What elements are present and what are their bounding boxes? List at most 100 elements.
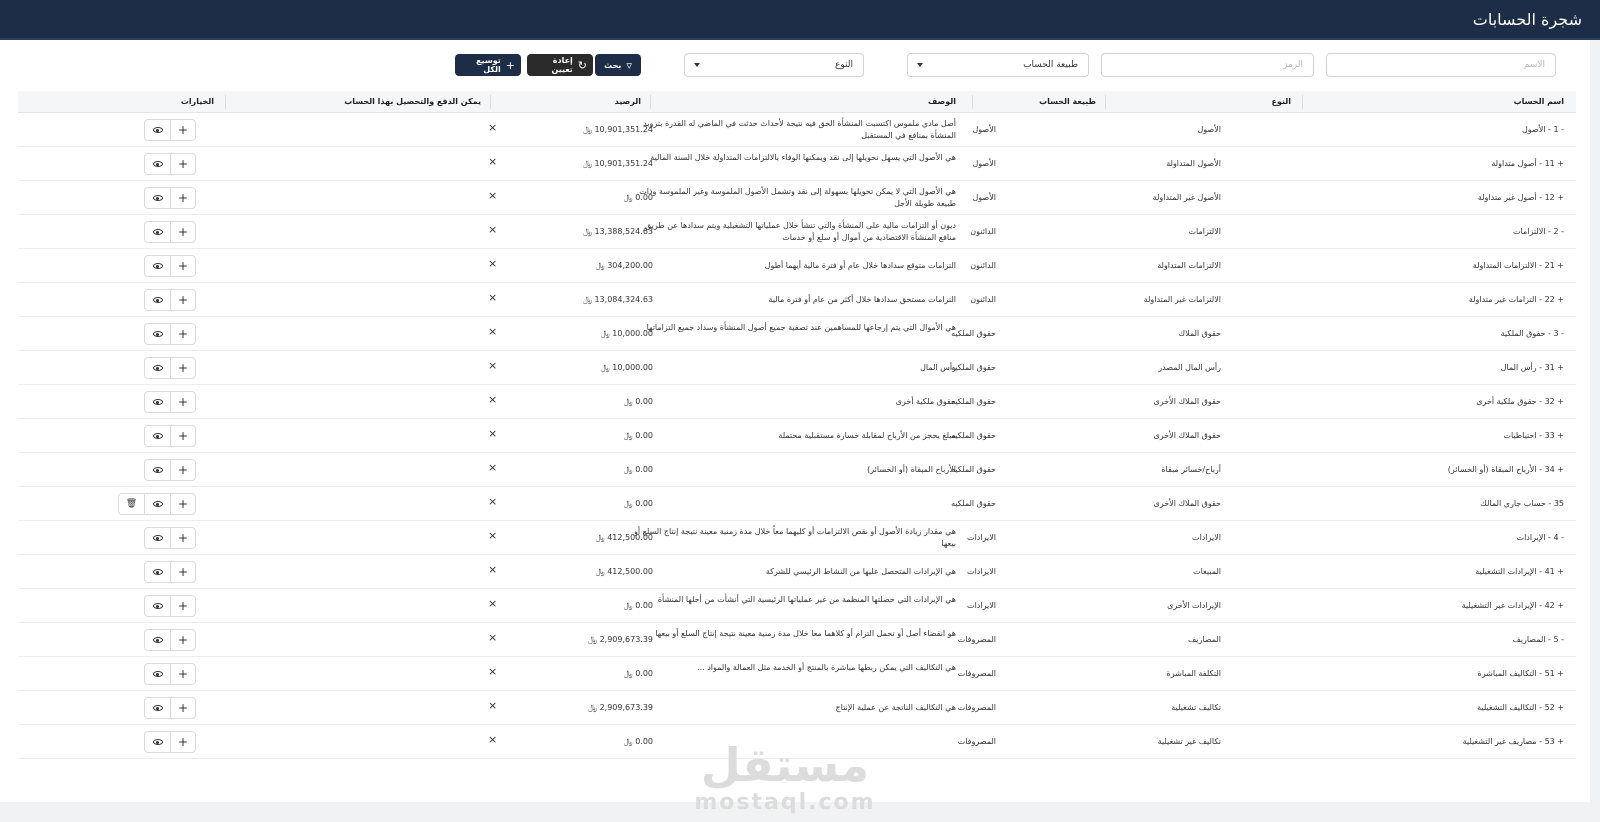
account-balance: 0.00 ﷼	[623, 601, 653, 610]
payable-status-icon: ×	[488, 291, 498, 304]
chevron-down-icon	[917, 63, 923, 67]
account-name[interactable]: - 2 - الالتزامات	[1264, 226, 1564, 238]
account-name[interactable]: - 5 - المصاريف	[1264, 634, 1564, 646]
table-row: - 2 - الالتزامات الالتزامات الدائنون ديون أ…	[18, 215, 1576, 249]
account-type: حقوق الملاك الأخرى	[1153, 431, 1221, 440]
view-button[interactable]	[144, 663, 170, 685]
view-button[interactable]	[144, 323, 170, 345]
table-row: + 11 - أصول متداولة الأصول المتداولة الأصو…	[18, 147, 1576, 181]
add-child-button[interactable]: +	[170, 255, 196, 277]
account-description: هي التكاليف التي يمكن ربطها مباشرة بالمن…	[697, 663, 956, 672]
view-button[interactable]	[144, 595, 170, 617]
account-name[interactable]: + 41 - الإيرادات التشغيلية	[1264, 566, 1564, 578]
reset-button-label: إعادة تعيين	[551, 56, 573, 74]
account-description: مبلغ يحجز من الأرباح لمقابلة خسارة مستقب…	[778, 431, 956, 440]
add-child-button[interactable]: +	[170, 629, 196, 651]
view-button[interactable]	[144, 493, 170, 515]
add-child-button[interactable]: +	[170, 527, 196, 549]
account-name[interactable]: 35 - حساب جاري المالك	[1264, 498, 1564, 510]
account-balance: 0.00 ﷼	[623, 499, 653, 508]
view-button[interactable]	[144, 153, 170, 175]
view-button[interactable]	[144, 289, 170, 311]
add-child-button[interactable]: +	[170, 357, 196, 379]
table-row: - 4 - الإيرادات الايرادات الايرادات هي مقدا…	[18, 521, 1576, 555]
account-description: حقوق ملكية أخرى	[895, 397, 956, 406]
account-type: الايرادات	[1192, 533, 1221, 542]
add-child-button[interactable]: +	[170, 119, 196, 141]
view-button[interactable]	[144, 629, 170, 651]
search-button[interactable]: ▿ بحث	[595, 54, 641, 76]
chevron-down-icon	[694, 63, 700, 67]
add-child-button[interactable]: +	[170, 323, 196, 345]
view-button[interactable]	[144, 459, 170, 481]
account-balance: 0.00 ﷼	[623, 737, 653, 746]
account-name[interactable]: + 21 - الالتزامات المتداولة	[1264, 260, 1564, 272]
account-balance: 412,500.00 ﷼	[595, 567, 653, 576]
add-child-button[interactable]: +	[170, 731, 196, 753]
account-name[interactable]: + 32 - حقوق ملكية أخرى	[1264, 396, 1564, 408]
view-button[interactable]	[144, 391, 170, 413]
view-button[interactable]	[144, 357, 170, 379]
account-balance: 0.00 ﷼	[623, 431, 653, 440]
add-child-button[interactable]: +	[170, 425, 196, 447]
name-search-input[interactable]: الاسم	[1326, 53, 1556, 77]
account-name[interactable]: + 52 - التكاليف التشغيلية	[1264, 702, 1564, 714]
payable-status-icon: ×	[488, 563, 498, 576]
reset-button[interactable]: ↻ إعادة تعيين	[527, 54, 593, 76]
account-description: التزامات مستحق سدادها خلال أكثر من عام أ…	[768, 295, 956, 304]
eye-icon	[152, 195, 163, 201]
account-nature-select[interactable]: طبيعة الحساب	[907, 53, 1089, 77]
view-button[interactable]	[144, 561, 170, 583]
eye-icon	[152, 161, 163, 167]
add-child-button[interactable]: +	[170, 459, 196, 481]
account-name[interactable]: + 12 - أصول غير متداولة	[1264, 192, 1564, 204]
view-button[interactable]	[144, 221, 170, 243]
type-select[interactable]: النوع	[684, 53, 864, 77]
header-divider	[1105, 95, 1106, 109]
page-title: شجرة الحسابات	[1472, 10, 1582, 29]
account-type: الالتزامات	[1188, 227, 1221, 236]
account-name[interactable]: - 4 - الإيرادات	[1264, 532, 1564, 544]
account-name[interactable]: + 53 - مصاريف غير التشغيلية	[1264, 736, 1564, 748]
account-name[interactable]: + 33 - احتياطيات	[1264, 430, 1564, 442]
view-button[interactable]	[144, 527, 170, 549]
payable-status-icon: ×	[488, 427, 498, 440]
add-child-button[interactable]: +	[170, 595, 196, 617]
delete-button[interactable]: 🗑	[118, 493, 144, 515]
code-search-input[interactable]: الرمز	[1101, 53, 1314, 77]
account-name[interactable]: + 11 - أصول متداولة	[1264, 158, 1564, 170]
view-button[interactable]	[144, 731, 170, 753]
account-name[interactable]: - 1 - الأصول	[1264, 124, 1564, 136]
eye-icon	[152, 263, 163, 269]
type-select-value: النوع	[835, 60, 853, 70]
account-name[interactable]: + 34 - الأرباح المبقاة (أو الخسائر)	[1264, 464, 1564, 476]
account-balance: 0.00 ﷼	[623, 669, 653, 678]
account-name[interactable]: - 3 - حقوق الملكية	[1264, 328, 1564, 340]
add-child-button[interactable]: +	[170, 493, 196, 515]
add-child-button[interactable]: +	[170, 289, 196, 311]
account-type: تكاليف تشغيلية	[1171, 703, 1221, 712]
view-button[interactable]	[144, 697, 170, 719]
add-child-button[interactable]: +	[170, 391, 196, 413]
add-child-button[interactable]: +	[170, 187, 196, 209]
add-child-button[interactable]: +	[170, 153, 196, 175]
view-button[interactable]	[144, 425, 170, 447]
account-name[interactable]: + 51 - التكاليف المباشرة	[1264, 668, 1564, 680]
header-balance: الرصيد	[614, 97, 641, 106]
view-button[interactable]	[144, 187, 170, 209]
expand-all-button[interactable]: + توسيع الكل	[455, 54, 521, 76]
account-balance: 0.00 ﷼	[623, 193, 653, 202]
view-button[interactable]	[144, 255, 170, 277]
add-child-button[interactable]: +	[170, 561, 196, 583]
account-name[interactable]: + 22 - التزامات غير متداولة	[1264, 294, 1564, 306]
add-child-button[interactable]: +	[170, 663, 196, 685]
account-description: الأرباح المبقاة (أو الخسائر)	[867, 465, 956, 474]
payable-status-icon: ×	[488, 257, 498, 270]
header-divider	[1302, 95, 1303, 109]
account-description: هي الإيرادات التي حصلتها المنظمة من غير …	[657, 595, 956, 604]
view-button[interactable]	[144, 119, 170, 141]
account-name[interactable]: + 42 - الإيرادات غير التشغيلية	[1264, 600, 1564, 612]
add-child-button[interactable]: +	[170, 697, 196, 719]
add-child-button[interactable]: +	[170, 221, 196, 243]
account-name[interactable]: + 31 - رأس المال	[1264, 362, 1564, 374]
